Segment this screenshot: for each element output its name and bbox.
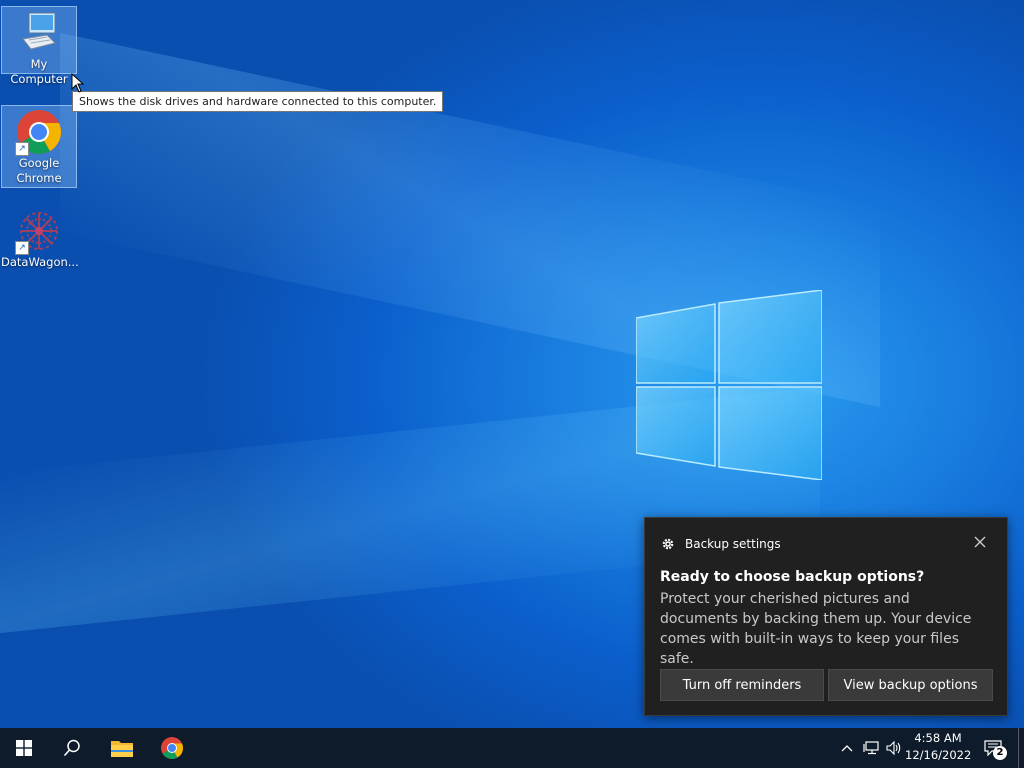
clock-date: 12/16/2022 — [905, 748, 972, 762]
chrome-taskbar-button[interactable] — [148, 728, 196, 768]
show-desktop-button[interactable] — [1018, 728, 1019, 768]
desktop-icon-datawagon[interactable]: ↗ DataWagon... — [1, 205, 79, 273]
show-hidden-icons-button[interactable] — [838, 728, 856, 768]
desktop-icon-my-computer[interactable]: My Computer — [1, 6, 77, 86]
notification-header: Backup settings — [661, 537, 781, 551]
desktop-icon-label: My Computer — [10, 57, 68, 86]
computer-icon — [15, 9, 63, 57]
turn-off-reminders-button[interactable]: Turn off reminders — [660, 669, 824, 701]
notification-app-name: Backup settings — [685, 537, 781, 551]
start-icon — [16, 740, 32, 756]
clock-time: 4:58 AM — [914, 731, 962, 745]
volume-icon — [886, 741, 901, 755]
chrome-icon: ↗ — [15, 108, 63, 156]
windows-logo-wallpaper — [636, 290, 822, 480]
mouse-cursor-icon — [71, 73, 85, 93]
desktop-icon-google-chrome[interactable]: ↗ Google Chrome — [1, 105, 77, 188]
desktop-icon-label: Google Chrome — [16, 156, 62, 185]
search-icon — [63, 739, 80, 757]
desktop[interactable]: My Computer ↗ Google Chrome ↗ DataWagon.… — [0, 0, 1024, 728]
backup-notification[interactable]: Backup settings Ready to choose backup o… — [644, 517, 1008, 716]
network-button[interactable] — [860, 728, 882, 768]
datawagon-icon: ↗ — [15, 207, 63, 255]
search-button[interactable] — [48, 728, 96, 768]
notification-body: Protect your cherished pictures and docu… — [660, 591, 972, 667]
file-explorer-button[interactable] — [98, 728, 146, 768]
start-button[interactable] — [0, 728, 48, 768]
notification-title: Ready to choose backup options? — [660, 569, 925, 585]
taskbar: 4:58 AM 12/16/2022 2 — [0, 728, 1024, 768]
chrome-icon — [161, 737, 183, 759]
chevron-up-icon — [841, 745, 853, 752]
network-icon — [863, 741, 879, 755]
desktop-icon-label: DataWagon... — [1, 255, 79, 269]
gear-icon — [662, 538, 674, 550]
close-icon[interactable] — [973, 535, 987, 549]
file-explorer-icon — [111, 741, 133, 757]
tooltip: Shows the disk drives and hardware conne… — [72, 91, 444, 112]
notification-count-badge: 2 — [993, 746, 1007, 760]
action-center-button[interactable]: 2 — [978, 728, 1008, 768]
view-backup-options-button[interactable]: View backup options — [828, 669, 993, 701]
shortcut-arrow-icon: ↗ — [15, 241, 29, 255]
shortcut-arrow-icon: ↗ — [15, 142, 29, 156]
clock-button[interactable]: 4:58 AM 12/16/2022 — [905, 730, 971, 764]
volume-button[interactable] — [883, 728, 905, 768]
